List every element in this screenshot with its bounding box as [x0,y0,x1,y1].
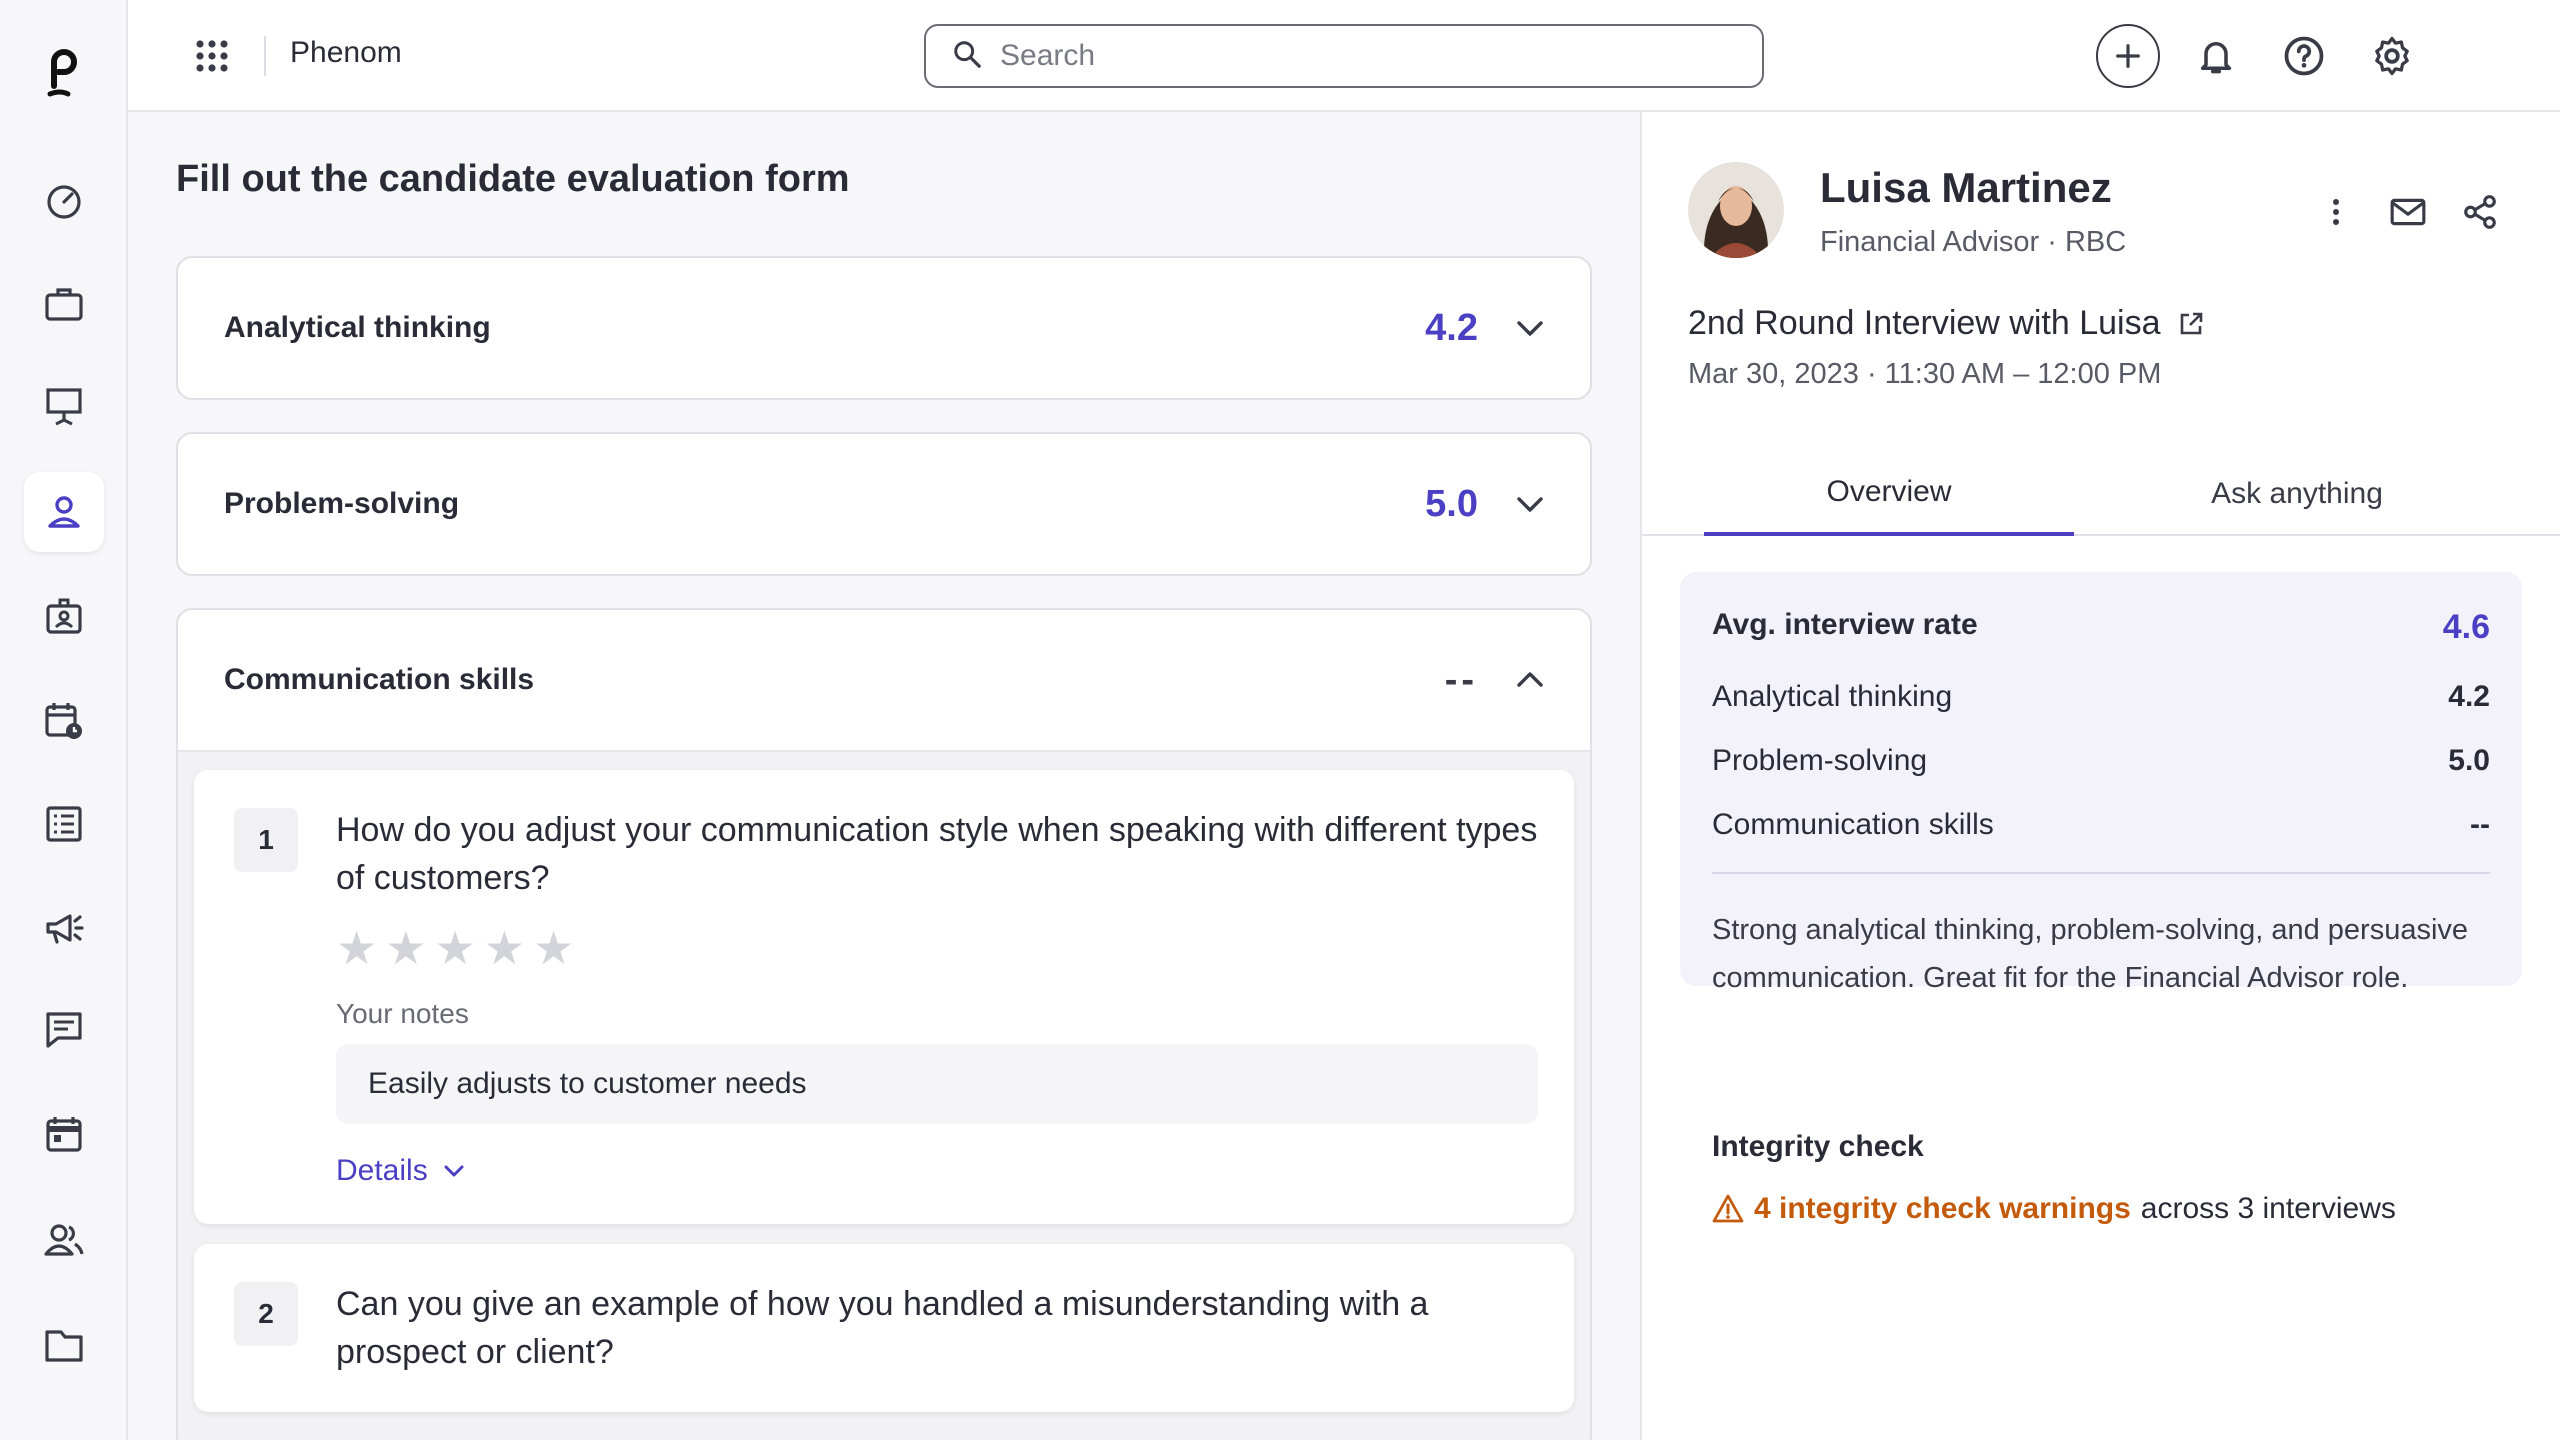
summary-value: 4.2 [2448,680,2490,713]
summary-divider [1712,872,2490,874]
question-text: How do you adjust your communication sty… [336,811,1538,897]
notes-label: Your notes [336,998,469,1029]
question-text: Can you give an example of how you handl… [336,1285,1429,1371]
calendar-icon[interactable] [24,1094,104,1174]
interview-title-text: 2nd Round Interview with Luisa [1688,304,2161,342]
tab-overview[interactable]: Overview [1704,452,2074,536]
briefcase-icon[interactable] [24,264,104,344]
section-score: 5.0 [1425,482,1478,525]
summary-value: 4.6 [2442,608,2490,646]
question-card: 1 How do you adjust your communication s… [194,770,1574,1224]
summary-label: Avg. interview rate [1712,608,1978,641]
section-header[interactable]: Communication skills -- [178,610,1590,750]
summary-value: 5.0 [2448,744,2490,777]
topbar-divider [264,36,266,76]
star-rating[interactable]: ★ ★ ★ ★ ★ [336,924,1538,972]
summary-average: Avg. interview rate 4.6 [1712,608,2490,647]
question-card: 2 Can you give an example of how you han… [194,1244,1574,1412]
mail-icon[interactable] [2384,188,2432,236]
candidate-avatar [1688,162,1784,258]
summary-text: Strong analytical thinking, problem-solv… [1712,914,2469,994]
section-title: Communication skills [224,663,535,696]
folder-icon[interactable] [24,1304,104,1384]
star-icon[interactable]: ★ [336,924,377,972]
candidate-panel: Luisa Martinez Financial Advisor · RBC 2… [1642,112,2560,1440]
question-number: 1 [234,808,298,872]
integrity-warnings-suffix: across 3 interviews [2140,1192,2396,1225]
summary-row: Problem-solving 5.0 [1712,744,2490,778]
presentation-icon[interactable] [24,366,104,446]
left-rail [0,0,128,1440]
page-title: Fill out the candidate evaluation form [176,158,850,200]
summary-row: Analytical thinking 4.2 [1712,680,2490,714]
star-icon[interactable]: ★ [385,924,426,972]
tab-ask-anything[interactable]: Ask anything [2112,452,2482,536]
details-label: Details [336,1154,428,1187]
chevron-down-icon[interactable] [1510,308,1550,348]
section-analytical-thinking: Analytical thinking 4.2 [176,256,1592,400]
panel-tabs: Overview Ask anything [1642,452,2560,536]
summary-row: Communication skills -- [1712,808,2490,842]
plus-icon[interactable] [2096,24,2160,88]
share-icon[interactable] [2456,188,2504,236]
calendar-clock-icon[interactable] [24,680,104,760]
dashboard-icon[interactable] [24,160,104,240]
gear-icon[interactable] [2360,24,2424,88]
phenom-logo[interactable] [40,40,88,100]
chat-icon[interactable] [24,990,104,1070]
search-bar[interactable] [924,24,1764,88]
section-body: 1 How do you adjust your communication s… [178,750,1590,1440]
chevron-down-icon[interactable] [1510,484,1550,524]
section-score: 4.2 [1425,306,1478,349]
integrity-check-warning: 4 integrity check warnings across 3 inte… [1712,1192,2396,1226]
section-header[interactable]: Problem-solving 5.0 [178,434,1590,574]
section-communication-skills: Communication skills -- 1 How do you adj… [176,608,1592,1440]
star-icon[interactable]: ★ [435,924,476,972]
evaluation-form-area: Fill out the candidate evaluation form A… [128,112,1642,1440]
question-number: 2 [234,1282,298,1346]
help-icon[interactable] [2272,24,2336,88]
section-title: Analytical thinking [224,311,491,344]
chevron-up-icon[interactable] [1510,660,1550,700]
chevron-down-icon [444,1165,464,1177]
summary-value: -- [2470,808,2490,841]
section-title: Problem-solving [224,487,460,520]
summary-label: Analytical thinking [1712,680,1953,713]
bell-icon[interactable] [2184,24,2248,88]
app-name: Phenom [290,36,402,69]
list-icon[interactable] [24,784,104,864]
rating-summary: Avg. interview rate 4.6 Analytical think… [1680,572,2522,994]
summary-label: Problem-solving [1712,744,1928,777]
interview-title[interactable]: 2nd Round Interview with Luisa [1688,304,2205,343]
person-icon[interactable] [24,472,104,552]
people-icon[interactable] [24,1200,104,1280]
search-input[interactable] [1000,39,1720,73]
notes-field[interactable]: Easily adjusts to customer needs [336,1044,1538,1124]
section-score: -- [1444,658,1478,701]
megaphone-icon[interactable] [24,888,104,968]
summary-label: Communication skills [1712,808,1994,841]
more-vertical-icon[interactable] [2312,188,2360,236]
candidate-subtitle: Financial Advisor · RBC [1820,226,2127,258]
section-problem-solving: Problem-solving 5.0 [176,432,1592,576]
candidate-name: Luisa Martinez [1820,164,2112,211]
interview-date: Mar 30, 2023 · 11:30 AM – 12:00 PM [1688,358,2162,390]
warning-icon [1712,1194,1744,1223]
search-icon [952,39,982,74]
integrity-check-title: Integrity check [1712,1130,1924,1163]
section-header[interactable]: Analytical thinking 4.2 [178,258,1590,398]
integrity-warnings-link[interactable]: 4 integrity check warnings [1754,1192,2131,1226]
id-badge-icon[interactable] [24,576,104,656]
apps-grid-icon[interactable] [188,32,236,80]
details-toggle[interactable]: Details [336,1154,466,1188]
star-icon[interactable]: ★ [533,924,574,972]
top-bar: Phenom [128,0,2560,112]
external-link-icon[interactable] [2177,310,2205,338]
star-icon[interactable]: ★ [484,924,525,972]
